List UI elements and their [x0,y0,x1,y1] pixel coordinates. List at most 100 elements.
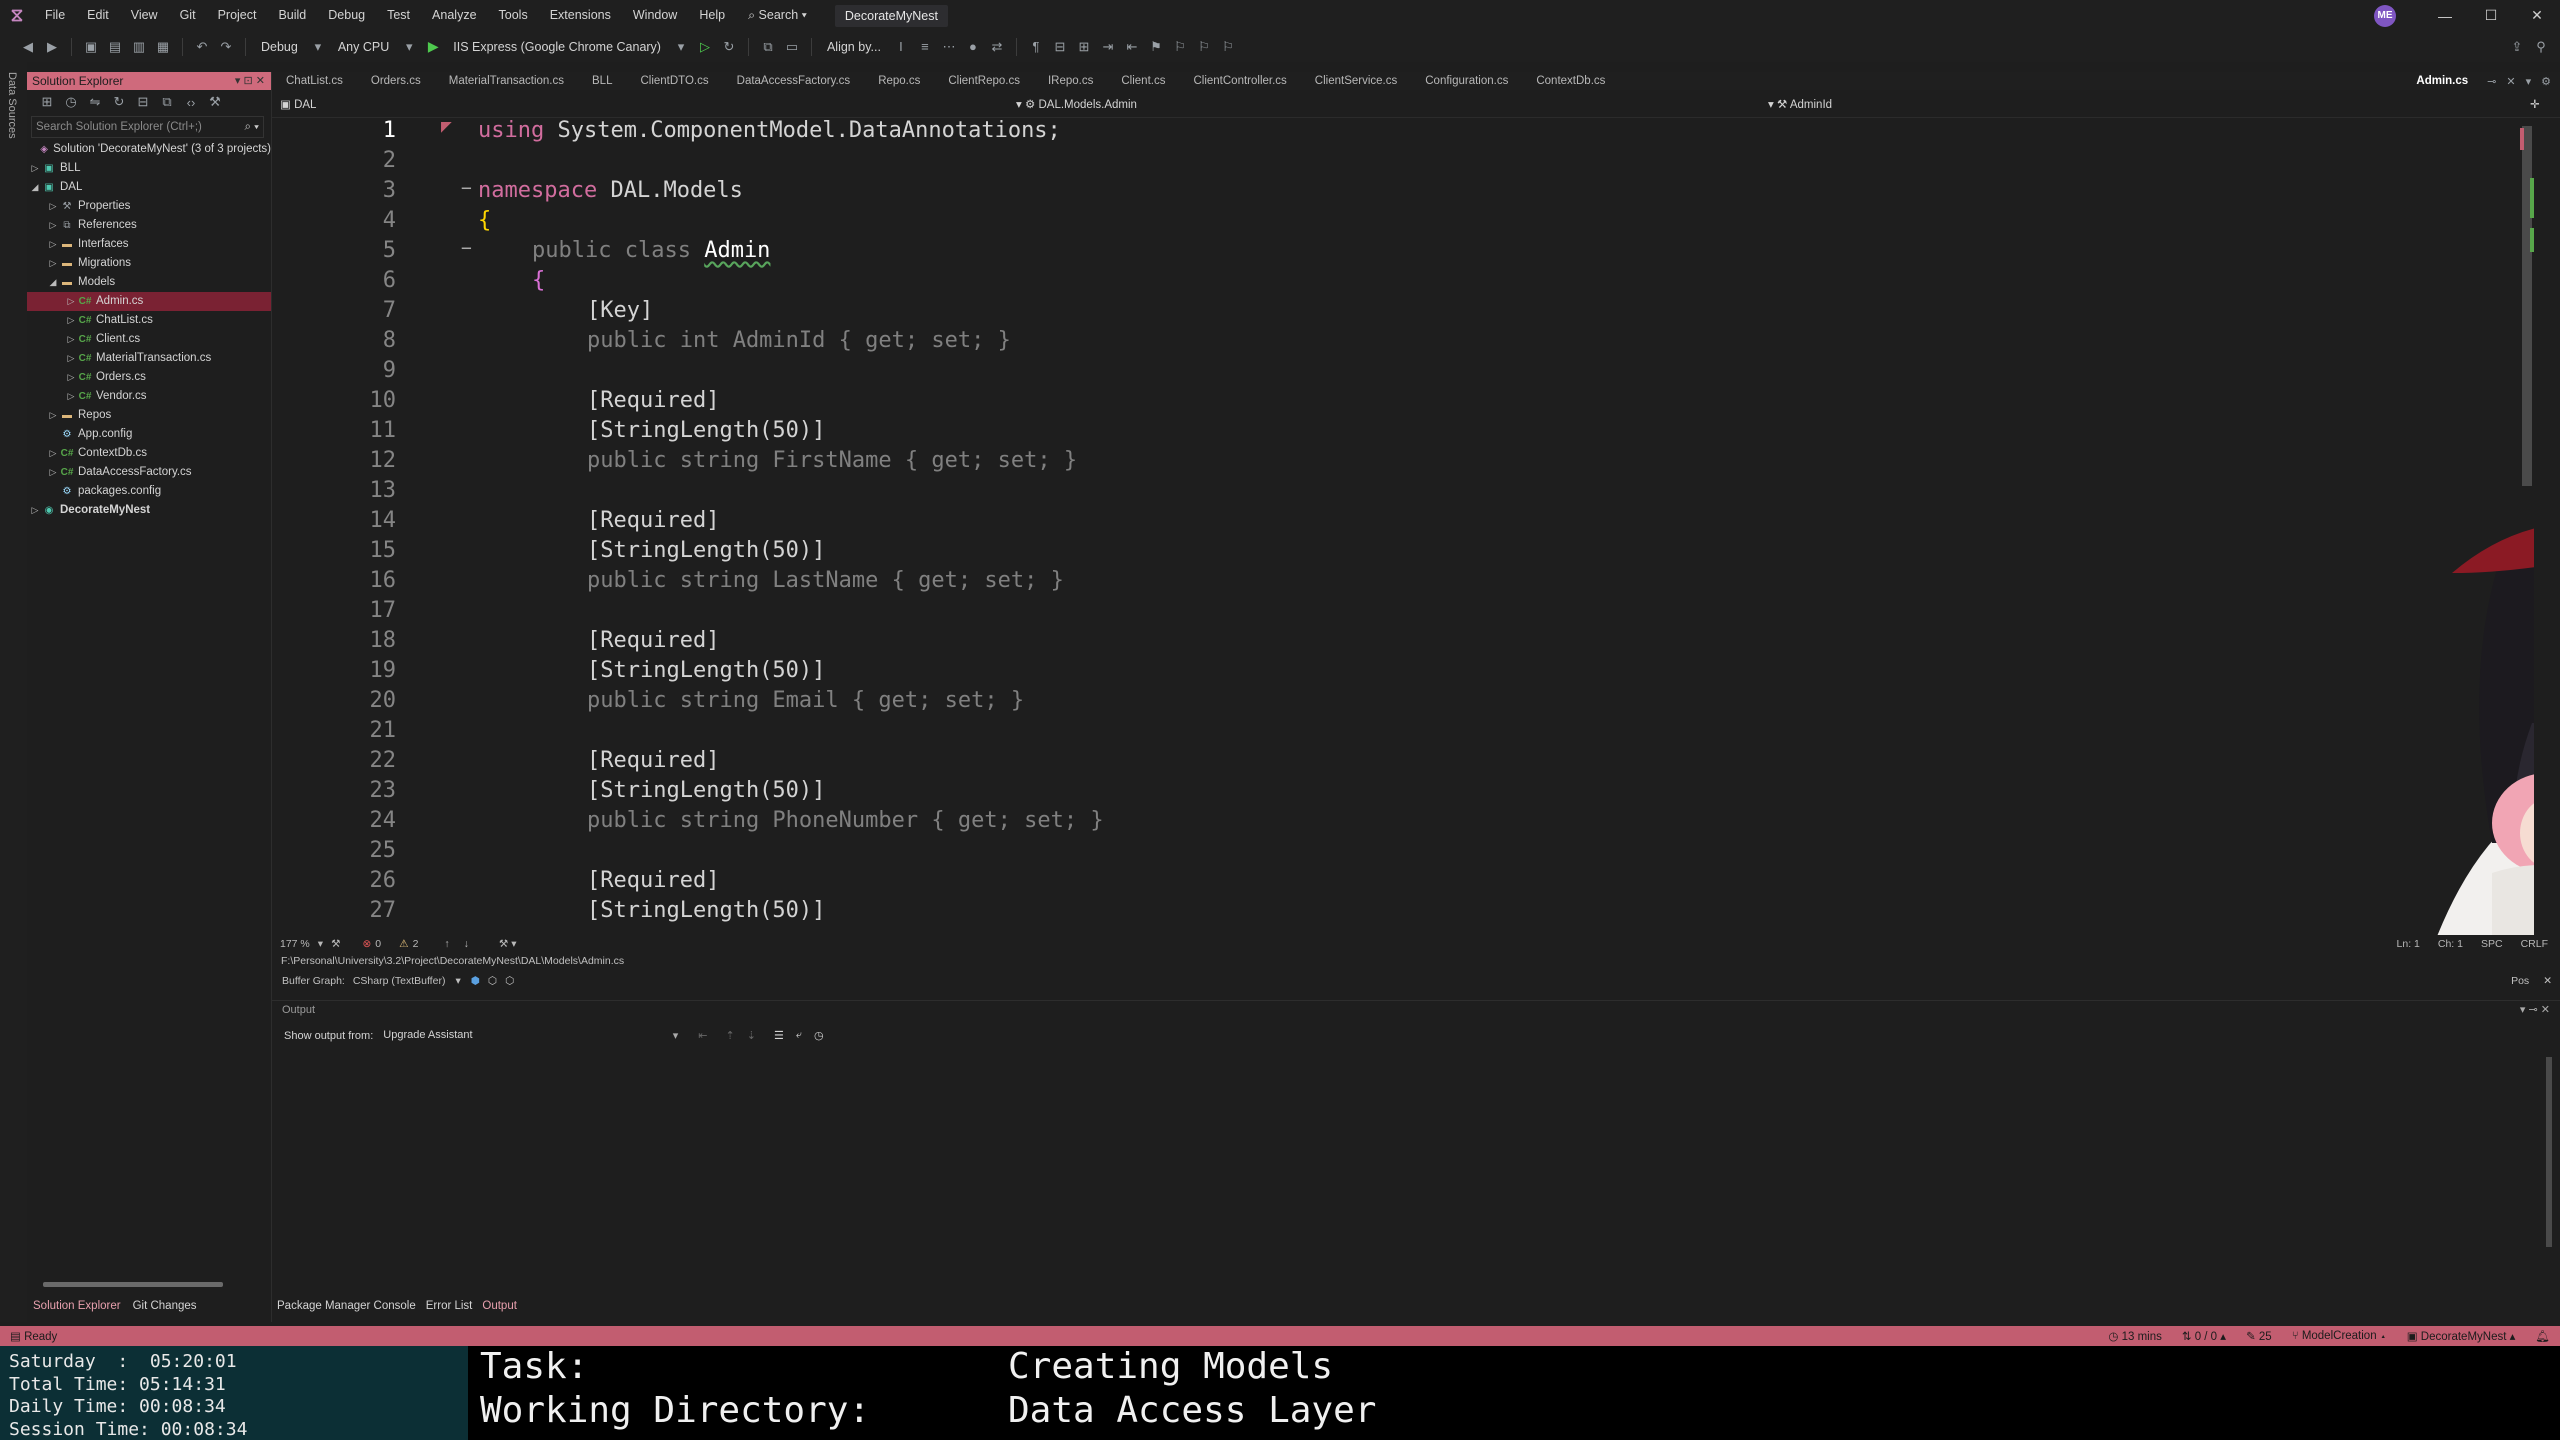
settings-gear-icon[interactable]: ⚙ [2536,75,2556,88]
chevron-right-icon[interactable]: ▷ [47,216,59,235]
time-tracker[interactable]: ◷ 13 mins [2098,1329,2172,1343]
prev-issue-icon[interactable]: ↑ [444,938,449,950]
pin-tab-icon[interactable]: ⊸ [2482,75,2501,88]
chevron-right-icon[interactable]: ▷ [65,368,77,387]
solution-config-dropdown[interactable]: Debug [253,40,306,54]
chevron-right-icon[interactable]: ▷ [47,254,59,273]
branch-selector[interactable]: ⑂ ModelCreation ▴ [2282,1330,2397,1342]
menu-window[interactable]: Window [622,0,688,31]
tree-item-app-config[interactable]: ⚙ App.config [27,425,271,444]
minimize-icon[interactable]: — [2422,0,2468,31]
quick-actions-icon[interactable]: ⚒ ▾ [499,938,517,950]
panel-controls-icon[interactable]: ▾ ⊸ ✕ [2520,1003,2550,1016]
line-indicator[interactable]: Ln: 1 [2397,938,2420,950]
chevron-right-icon[interactable]: ▷ [65,311,77,330]
tree-item-properties[interactable]: ▷ ⚒ Properties [27,197,271,216]
menu-test[interactable]: Test [376,0,421,31]
open-folder-icon[interactable]: ▤ [106,38,124,56]
platform-dropdown[interactable]: Any CPU [330,40,397,54]
chevron-right-icon[interactable]: ▷ [65,292,77,311]
align-by-button[interactable]: Align by... [819,40,889,54]
tab-chatlist[interactable]: ChatList.cs [272,72,357,90]
chevron-down-icon[interactable]: ▾ [672,38,690,56]
tree-item-admin-cs[interactable]: ▷ C# Admin.cs [27,292,271,311]
maximize-icon[interactable]: ☐ [2468,0,2514,31]
tab-admin-active[interactable]: Admin.cs [2402,72,2482,90]
tab-clientdto[interactable]: ClientDTO.cs [626,72,722,90]
pending-changes-icon[interactable]: ◷ [62,93,80,111]
hot-reload-icon[interactable]: ↻ [720,38,738,56]
forward-nav-icon[interactable]: ▶ [43,38,61,56]
next-message-icon[interactable]: ⇣ [747,1029,756,1042]
start-debugging-icon[interactable]: ▶ [424,38,442,56]
tree-item-vendor-cs[interactable]: ▷ C# Vendor.cs [27,387,271,406]
tab-dataaccessfactory[interactable]: DataAccessFactory.cs [723,72,865,90]
tree-item-dal[interactable]: ◢ ▣ DAL [27,178,271,197]
tree-item-solution[interactable]: ◈ Solution 'DecorateMyNest' (3 of 3 proj… [27,140,271,159]
output-source-dropdown[interactable]: Upgrade Assistant ▾ [383,1029,678,1042]
zoom-level[interactable]: 177 % [280,938,310,950]
align-dots-icon[interactable]: ⋯ [940,38,958,56]
new-item-icon[interactable]: ▣ [82,38,100,56]
chevron-right-icon[interactable]: ▷ [29,159,41,178]
menu-analyze[interactable]: Analyze [421,0,487,31]
tab-output[interactable]: Output [477,1296,522,1316]
tree-item-interfaces[interactable]: ▷ ▬ Interfaces [27,235,271,254]
tab-git-changes[interactable]: Git Changes [127,1296,203,1316]
menu-edit[interactable]: Edit [76,0,120,31]
properties-wrench-icon[interactable]: ⚒ [206,93,224,111]
swap-icon[interactable]: ⇄ [988,38,1006,56]
close-icon[interactable]: ✕ [2543,975,2552,987]
scrollbar-thumb[interactable] [2546,1057,2552,1247]
tree-item-decoratemynest[interactable]: ▷ ◉ DecorateMyNest [27,501,271,520]
output-vertical-scrollbar[interactable] [2544,1057,2554,1297]
clear-bookmarks-icon[interactable]: ⚐ [1219,38,1237,56]
project-dropdown[interactable]: ▣ DAL [280,97,316,111]
chevron-down-icon[interactable]: ▾ [318,938,323,950]
tree-item-client-cs[interactable]: ▷ C# Client.cs [27,330,271,349]
tab-error-list[interactable]: Error List [421,1296,478,1316]
menu-view[interactable]: View [120,0,169,31]
menu-build[interactable]: Build [267,0,317,31]
tab-irepo[interactable]: IRepo.cs [1034,72,1107,90]
outdent-icon[interactable]: ⇤ [1123,38,1141,56]
tab-client[interactable]: Client.cs [1107,72,1179,90]
scrollbar-thumb[interactable] [43,1282,223,1287]
char-indicator[interactable]: Ch: 1 [2438,938,2463,950]
notifications-bell-icon[interactable]: 🔔︎ [2525,1329,2560,1343]
bookmark-dot-icon[interactable]: ● [964,38,982,56]
bookmark-icon[interactable]: ⚑ [1147,38,1165,56]
panel-controls-icon[interactable]: ▾ ⊡ ✕ [235,72,271,90]
chevron-down-icon[interactable]: ◢ [29,178,41,197]
run-target-button[interactable]: IIS Express (Google Chrome Canary) [445,40,669,54]
menu-tools[interactable]: Tools [488,0,539,31]
prev-message-icon[interactable]: ⇡ [726,1029,735,1042]
add-split-icon[interactable]: ✛ [2530,97,2540,111]
collapse-namespace-icon[interactable]: − [461,178,472,199]
menu-extensions[interactable]: Extensions [539,0,622,31]
format-icon[interactable]: ¶ [1027,38,1045,56]
tab-orders[interactable]: Orders.cs [357,72,435,90]
align-equals-icon[interactable]: ≡ [916,38,934,56]
tab-configuration[interactable]: Configuration.cs [1411,72,1522,90]
chevron-down-icon[interactable]: ▾ [455,975,460,987]
search-menu[interactable]: ⌕ Search ▾ [736,8,819,23]
pending-edits[interactable]: ✎ 25 [2236,1329,2282,1343]
word-wrap-icon[interactable]: ⤶ [796,1029,802,1042]
clear-all-icon[interactable]: ☰ [774,1029,784,1042]
prev-bookmark-icon[interactable]: ⚐ [1171,38,1189,56]
close-tab-icon[interactable]: ✕ [2501,75,2520,88]
chevron-right-icon[interactable]: ▷ [65,387,77,406]
browser-link-icon[interactable]: ⧉ [759,38,777,56]
whitespace-indicator[interactable]: SPC [2481,938,2503,950]
text-cursor-icon[interactable]: I [892,38,910,56]
git-sync-status[interactable]: ⇅ 0 / 0 ▴ [2172,1329,2236,1343]
indent-icon[interactable]: ⇥ [1099,38,1117,56]
buffer-graph-dropdown[interactable]: CSharp (TextBuffer) [353,975,446,987]
redo-icon[interactable]: ↷ [217,38,235,56]
chevron-right-icon[interactable]: ▷ [47,406,59,425]
chevron-right-icon[interactable]: ▷ [65,330,77,349]
chevron-right-icon[interactable]: ▷ [47,197,59,216]
chevron-right-icon[interactable]: ▷ [29,501,41,520]
code-editor[interactable]: 1 2 3 4 5 6 7 8 9 10 11 12 13 14 15 16 1… [272,118,2534,935]
